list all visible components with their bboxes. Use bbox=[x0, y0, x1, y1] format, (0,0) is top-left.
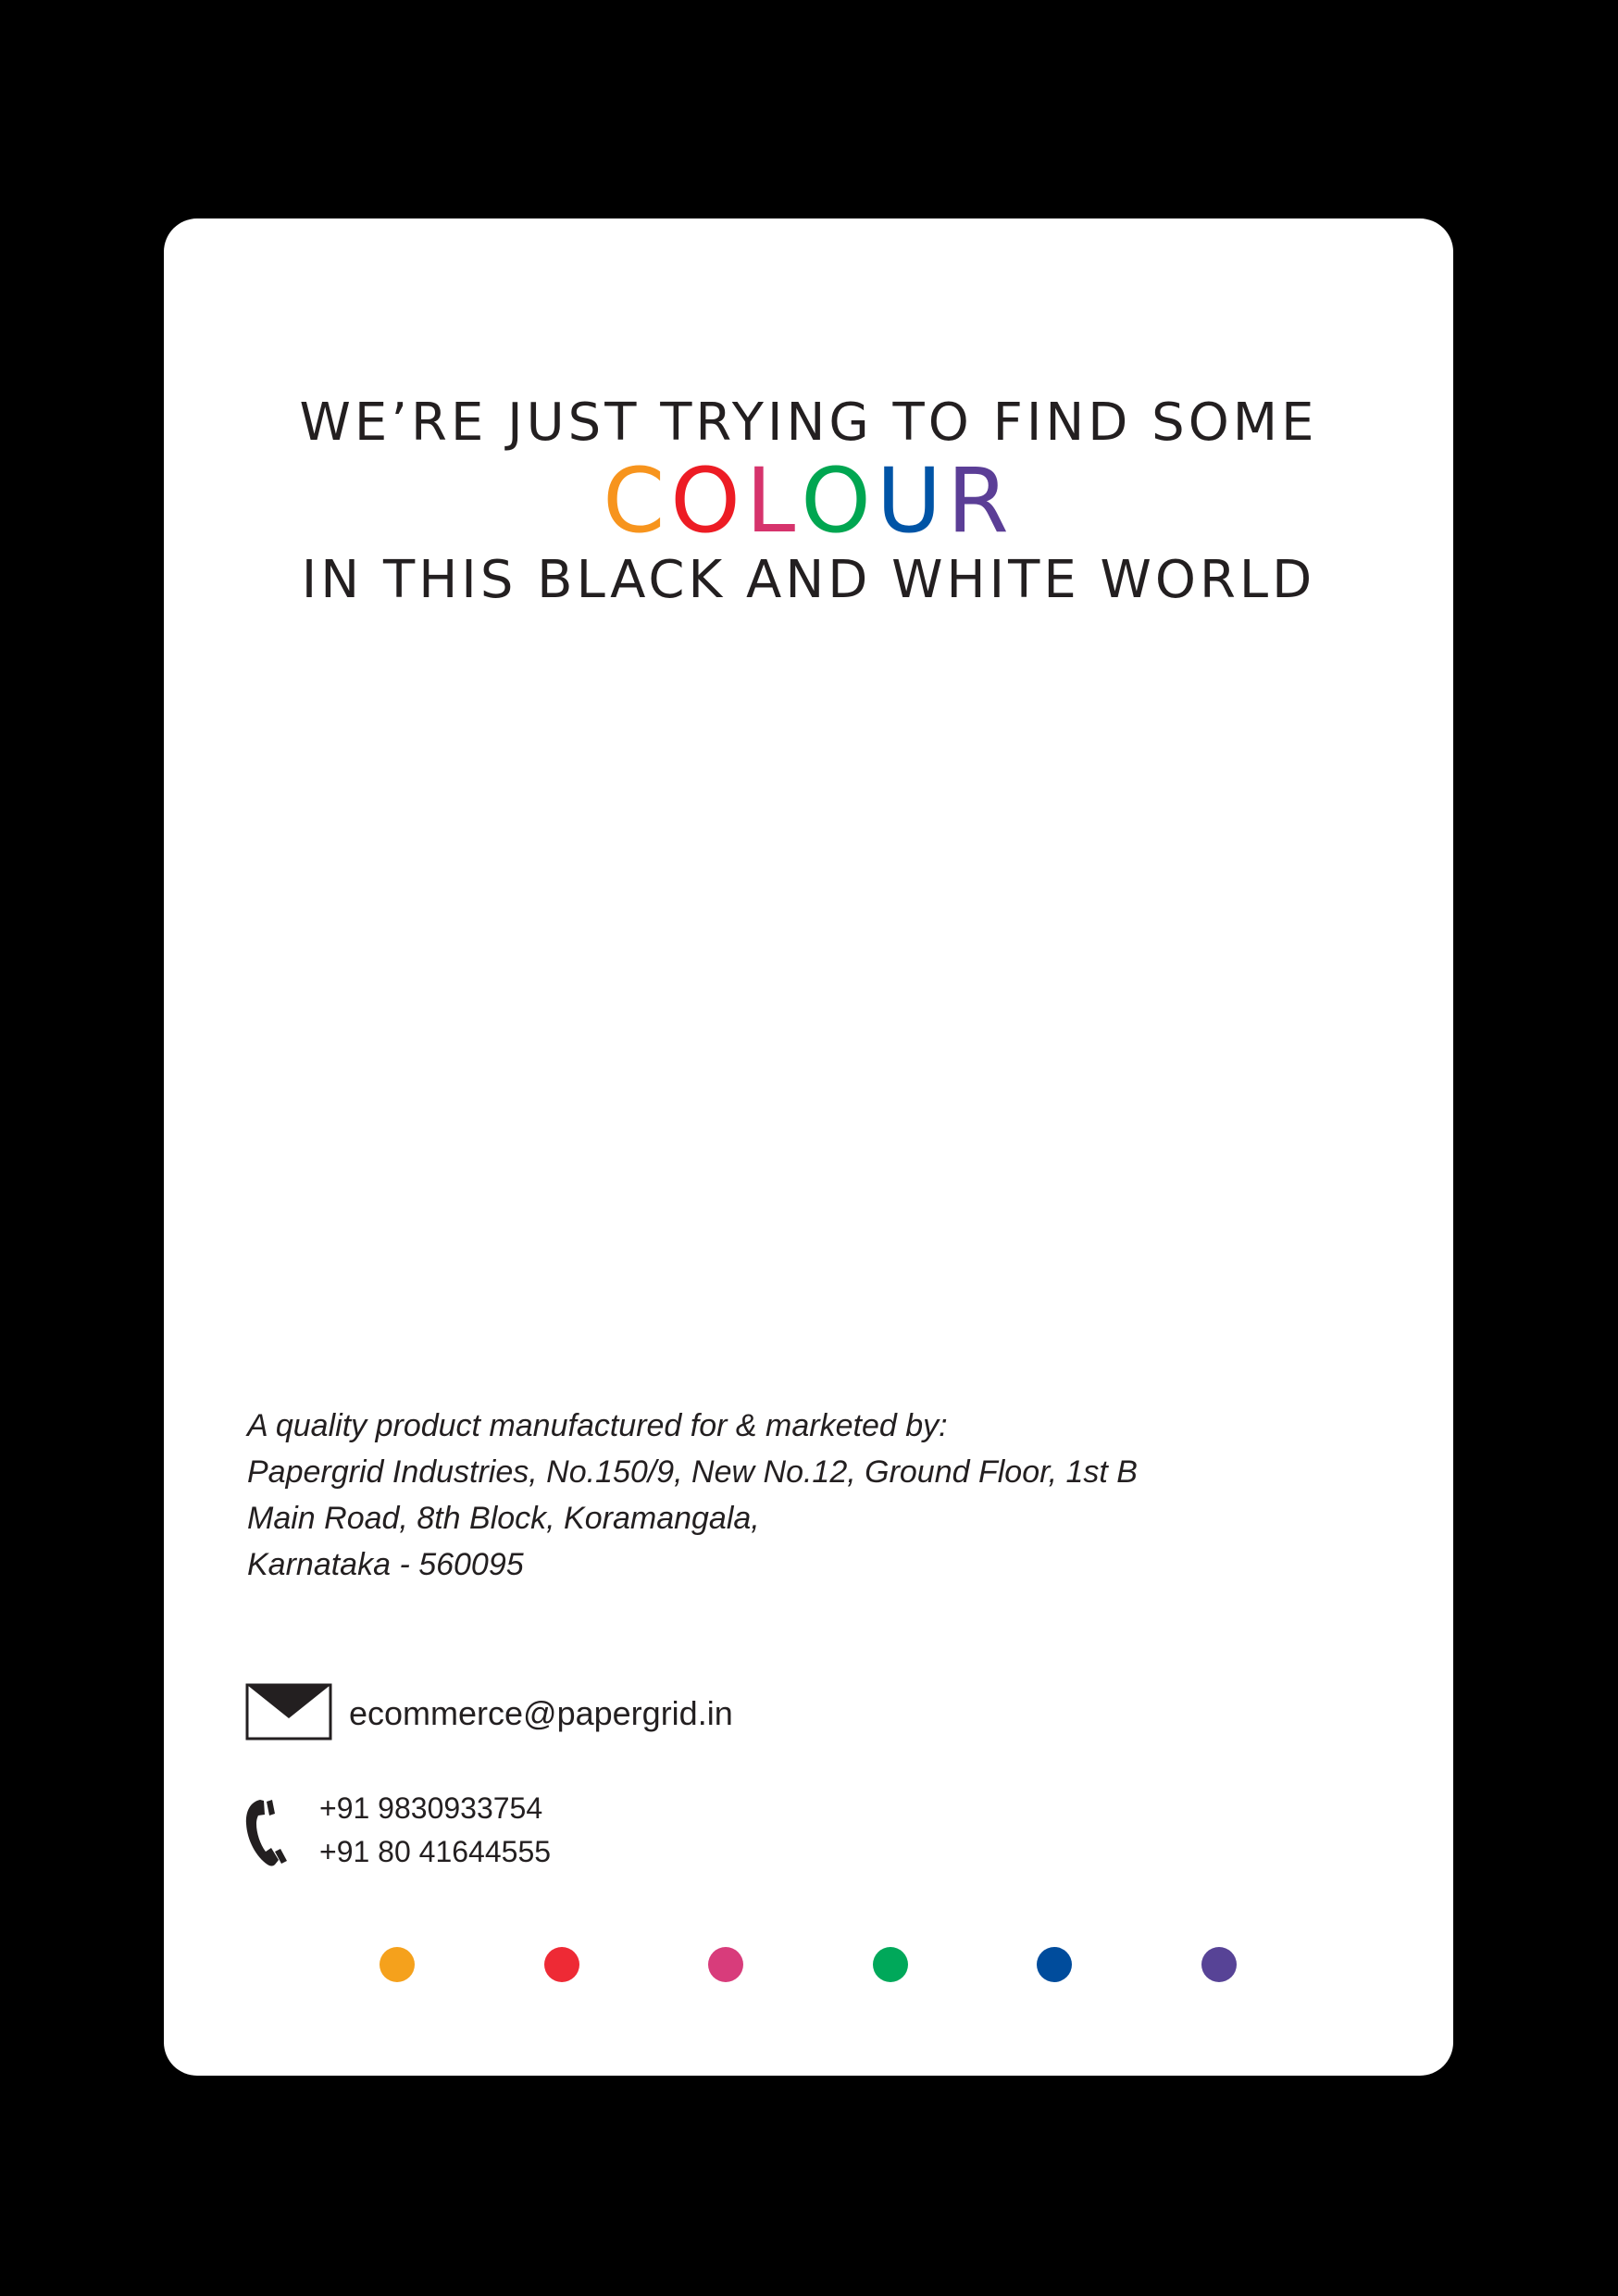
colour-letter: C bbox=[603, 449, 671, 553]
address-line: Main Road, 8th Block, Koramangala, bbox=[247, 1501, 760, 1536]
purple-dot bbox=[1201, 1947, 1237, 1982]
phone-contact: +91 9830933754 +91 80 41644555 bbox=[242, 1791, 551, 1875]
address-line: Karnataka - 560095 bbox=[247, 1547, 524, 1582]
tagline-colour-word: COLOUR bbox=[164, 456, 1453, 545]
orange-dot bbox=[380, 1947, 415, 1982]
phone-number[interactable]: +91 9830933754 bbox=[319, 1787, 551, 1830]
colour-letter: U bbox=[876, 449, 948, 553]
red-dot bbox=[544, 1947, 579, 1982]
envelope-icon bbox=[245, 1683, 332, 1745]
green-dot bbox=[873, 1947, 908, 1982]
phone-numbers: +91 9830933754 +91 80 41644555 bbox=[319, 1787, 551, 1874]
back-cover-card: WE’RE JUST TRYING TO FIND SOME COLOUR IN… bbox=[164, 218, 1453, 2076]
tagline-line-1: WE’RE JUST TRYING TO FIND SOME bbox=[299, 393, 1318, 453]
phone-number[interactable]: +91 80 41644555 bbox=[319, 1830, 551, 1874]
email-contact: ecommerce@papergrid.in bbox=[245, 1683, 733, 1745]
blue-dot bbox=[1037, 1947, 1072, 1982]
email-address[interactable]: ecommerce@papergrid.in bbox=[349, 1694, 733, 1733]
pink-dot bbox=[708, 1947, 743, 1982]
colour-letter: O bbox=[670, 449, 746, 553]
colour-dots-row bbox=[164, 1947, 1453, 1984]
address-line: A quality product manufactured for & mar… bbox=[247, 1408, 948, 1443]
colour-letter: O bbox=[801, 449, 877, 553]
address-line: Papergrid Industries, No.150/9, New No.1… bbox=[247, 1454, 1138, 1490]
tagline-line-3: IN THIS BLACK AND WHITE WORLD bbox=[301, 550, 1316, 610]
colour-letter: R bbox=[947, 449, 1014, 553]
colour-letter: L bbox=[745, 449, 802, 553]
manufacturer-address: A quality product manufactured for & mar… bbox=[247, 1403, 1138, 1588]
phone-icon bbox=[242, 1796, 288, 1875]
